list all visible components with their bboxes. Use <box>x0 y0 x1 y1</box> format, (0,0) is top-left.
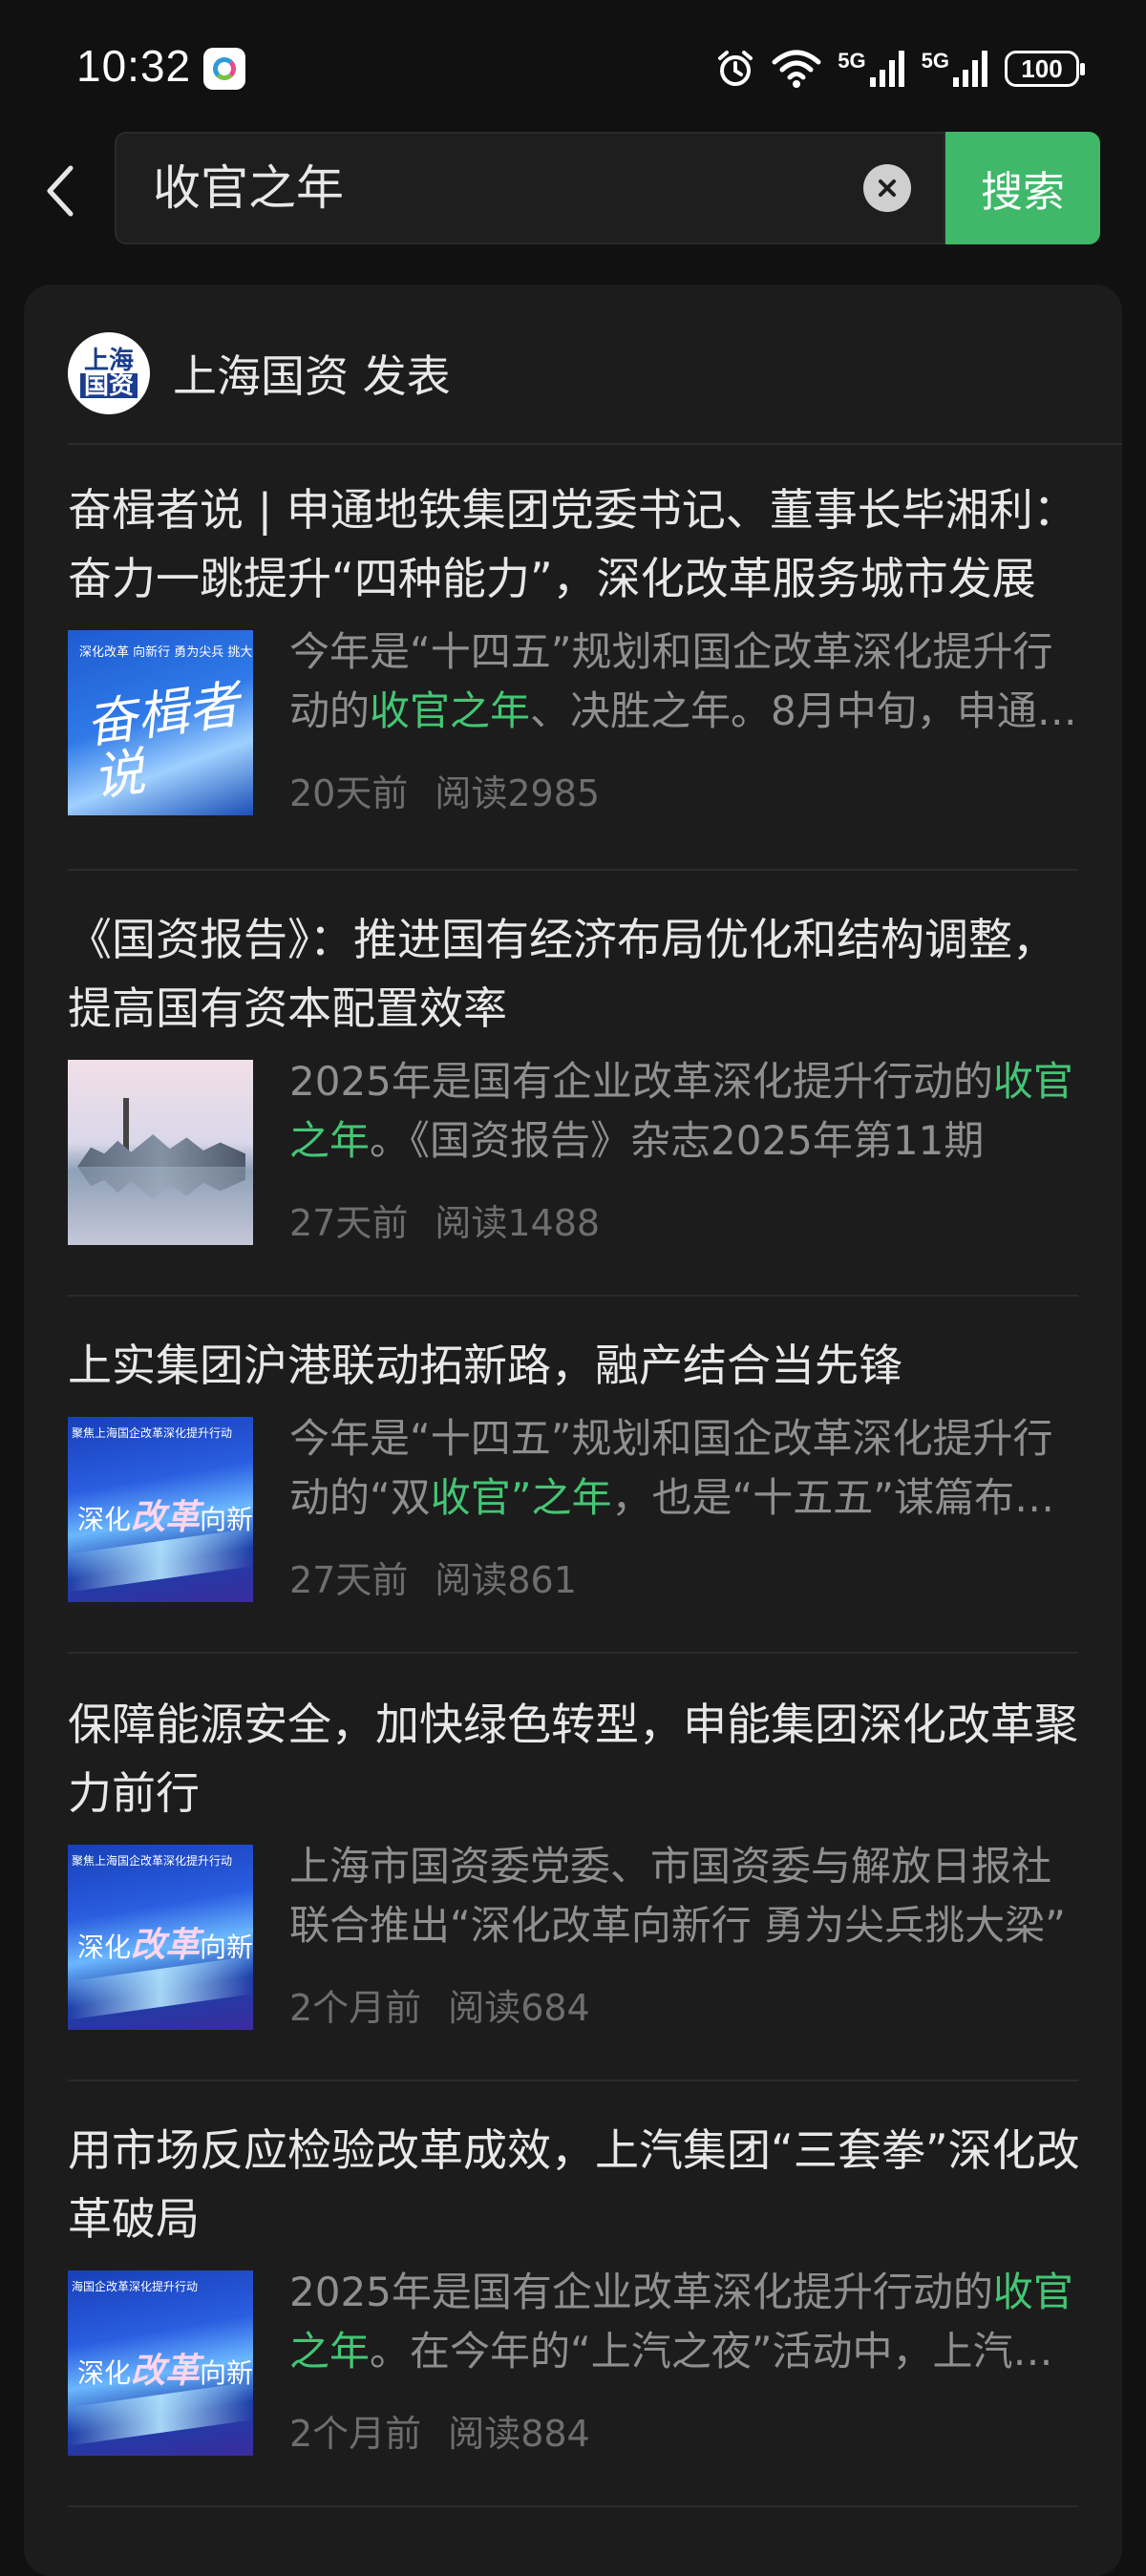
article-meta: 27天前 阅读861 <box>289 1551 577 1603</box>
article-meta: 2个月前 阅读884 <box>289 2404 590 2457</box>
divider <box>68 1652 1078 1654</box>
article-meta: 20天前 阅读2985 <box>289 764 600 816</box>
article-time: 27天前 <box>289 1559 409 1601</box>
status-time: 10:32 <box>76 41 192 91</box>
thumbnail-text: 奋楫者说 <box>81 674 244 809</box>
clear-icon[interactable] <box>863 164 911 212</box>
article-meta: 2个月前 阅读684 <box>289 1978 590 2031</box>
article-title: 保障能源安全，加快绿色转型，申能集团深化改革聚力前行 <box>68 1699 1078 1819</box>
search-input[interactable]: 收官之年 <box>153 134 344 243</box>
network-label: 5G <box>838 49 866 73</box>
wifi-icon <box>771 49 822 89</box>
article-reads: 阅读2985 <box>435 772 601 814</box>
article-body: 聚焦上海国企改革深化提升行动 深化改革向新行 今年是“十四五”规划和国企改革深化… <box>68 1415 1080 1604</box>
keyword-highlight: 收官之年 <box>370 687 531 734</box>
thumbnail-caption: 聚焦上海国企改革深化提升行动 <box>72 1426 233 1440</box>
battery-icon: 100 <box>1005 51 1085 87</box>
article-thumbnail: 海国企改革深化提升行动 深化改革向新行 <box>68 2270 253 2456</box>
article-title: 用市场反应检验改革成效，上汽集团“三套拳”深化改革破局 <box>68 2124 1080 2245</box>
article-time: 27天前 <box>289 1202 409 1244</box>
article-title: 奋楫者说 | 申通地铁集团党委书记、董事长毕湘利：奋力一跳提升“四种能力”，深化… <box>68 484 1077 604</box>
article-thumbnail: 深化改革 向新行 勇为尖兵 挑大梁 奋楫者说 <box>68 630 253 815</box>
article-reads: 阅读861 <box>435 1559 577 1601</box>
divider <box>68 443 1122 445</box>
article-item[interactable]: 上实集团沪港联动拓新路，融产结合当先锋 聚焦上海国企改革深化提升行动 深化改革向… <box>68 1331 1080 1604</box>
article-thumbnail <box>68 1060 253 1245</box>
article-item[interactable]: 《国资报告》：推进国有经济布局优化和结构调整，提高国有资本配置效率 2025年是… <box>68 905 1080 1247</box>
thumbnail-caption: 深化改革 向新行 勇为尖兵 挑大梁 <box>79 645 253 660</box>
status-icons: 5G 5G 100 <box>715 44 1085 94</box>
avatar[interactable]: 上海 国资 <box>68 332 150 414</box>
divider <box>68 2080 1078 2081</box>
article-snippet: 2025年是国有企业改革深化提升行动的收官之年。在今年的“上汽之夜”活动中，上汽… <box>289 2269 1073 2375</box>
alarm-icon <box>715 49 755 89</box>
article-thumbnail: 聚焦上海国企改革深化提升行动 深化改革向新行 <box>68 1845 253 2030</box>
article-snippet: 上海市国资委党委、市国资委与解放日报社联合推出“深化改革向新行 勇为尖兵挑大梁” <box>289 1843 1066 1949</box>
article-item[interactable]: 奋楫者说 | 申通地铁集团党委书记、董事长毕湘利：奋力一跳提升“四种能力”，深化… <box>68 475 1080 817</box>
article-time: 2个月前 <box>289 2413 422 2455</box>
article-reads: 阅读884 <box>448 2413 590 2455</box>
article-time: 20天前 <box>289 772 409 814</box>
article-title: 上实集团沪港联动拓新路，融产结合当先锋 <box>68 1340 902 1391</box>
search-header: 收官之年 搜索 <box>0 132 1146 262</box>
article-thumbnail: 聚焦上海国企改革深化提升行动 深化改革向新行 <box>68 1417 253 1602</box>
author-row[interactable]: 上海 国资 上海国资 发表 <box>68 330 451 416</box>
keyword-highlight: 收官”之年 <box>430 1474 612 1521</box>
back-arrow-icon[interactable] <box>29 153 90 229</box>
article-title: 《国资报告》：推进国有经济布局优化和结构调整，提高国有资本配置效率 <box>68 914 1056 1034</box>
article-item[interactable]: 用市场反应检验改革成效，上汽集团“三套拳”深化改革破局 海国企改革深化提升行动 … <box>68 2116 1080 2458</box>
network-label: 5G <box>921 49 949 73</box>
divider <box>68 2505 1078 2507</box>
article-snippet: 2025年是国有企业改革深化提升行动的收官之年。《国资报告》杂志2025年第11… <box>289 1058 1073 1164</box>
author-name: 上海国资 发表 <box>173 350 451 402</box>
signal-icon: 5G <box>922 49 989 89</box>
article-snippet: 今年是“十四五”规划和国企改革深化提升行动的收官之年、决胜之年。8月中旬，申通地… <box>289 628 1077 734</box>
results-card: 上海 国资 上海国资 发表 奋楫者说 | 申通地铁集团党委书记、董事长毕湘利：奋… <box>24 285 1122 2576</box>
article-reads: 阅读684 <box>448 1987 590 2029</box>
search-button[interactable]: 搜索 <box>945 132 1100 244</box>
article-meta: 27天前 阅读1488 <box>289 1193 600 1246</box>
article-body: 海国企改革深化提升行动 深化改革向新行 2025年是国有企业改革深化提升行动的收… <box>68 2269 1080 2458</box>
divider <box>68 869 1078 871</box>
article-item[interactable]: 保障能源安全，加快绿色转型，申能集团深化改革聚力前行 聚焦上海国企改革深化提升行… <box>68 1690 1080 2032</box>
search-field[interactable]: 收官之年 <box>115 132 945 244</box>
thumbnail-caption: 聚焦上海国企改革深化提升行动 <box>72 1854 233 1868</box>
article-body: 深化改革 向新行 勇为尖兵 挑大梁 奋楫者说 今年是“十四五”规划和国企改革深化… <box>68 628 1080 817</box>
signal-icon: 5G <box>838 49 905 89</box>
status-bar: 10:32 5G 5G 100 <box>0 0 1146 132</box>
article-body: 2025年是国有企业改革深化提升行动的收官之年。《国资报告》杂志2025年第11… <box>68 1058 1080 1247</box>
avatar-text-bottom: 国资 <box>79 373 138 398</box>
article-body: 聚焦上海国企改革深化提升行动 深化改革向新行 上海市国资委党委、市国资委与解放日… <box>68 1843 1080 2032</box>
article-reads: 阅读1488 <box>435 1202 601 1244</box>
thumbnail-caption: 海国企改革深化提升行动 <box>72 2280 199 2293</box>
article-snippet: 今年是“十四五”规划和国企改革深化提升行动的“双收官”之年，也是“十五五”谋篇布… <box>289 1415 1055 1521</box>
divider <box>68 1295 1078 1297</box>
article-time: 2个月前 <box>289 1987 422 2029</box>
avatar-text-top: 上海 <box>83 347 134 375</box>
app-notification-icon <box>203 48 245 90</box>
